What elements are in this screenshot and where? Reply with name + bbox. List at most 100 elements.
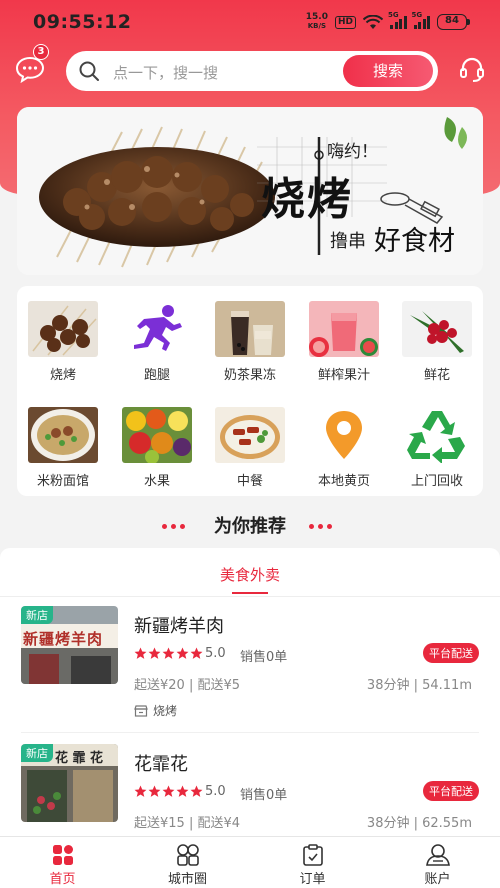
account-user-icon	[425, 844, 450, 866]
battery-level: 84	[437, 14, 467, 30]
promo-banner[interactable]: 嗨约！ 烧烤 撸串 好食材	[17, 107, 483, 275]
store-eta-distance: 38分钟 | 62.55m	[366, 816, 472, 831]
nav-home[interactable]: 首页	[0, 837, 125, 888]
category-fruit[interactable]: 水果	[117, 407, 197, 489]
banner-tagline-main: 好食材	[374, 226, 455, 257]
star-icon	[134, 647, 147, 659]
star-icon	[148, 647, 161, 659]
banner-tagline-prefix: 撸串	[330, 231, 366, 252]
store-image: 新店 新疆烤羊肉	[21, 606, 118, 684]
category-label: 本地黄页	[317, 474, 370, 489]
nav-home-label: 首页	[49, 872, 76, 887]
category-label: 鲜榨果汁	[317, 368, 370, 383]
status-time: 09:55:12	[33, 11, 132, 33]
new-store-badge: 新店	[21, 606, 53, 624]
battery-icon: 84	[437, 14, 470, 30]
bbq-image	[28, 301, 98, 357]
wifi-icon	[363, 14, 383, 29]
store-fees: 起送¥15 | 配送¥4	[134, 816, 240, 831]
nav-orders[interactable]: 订单	[250, 837, 375, 888]
star-icon	[148, 785, 161, 797]
category-milk-tea[interactable]: 奶茶果冻	[210, 301, 290, 383]
star-icon	[176, 647, 189, 659]
runner-icon	[122, 301, 192, 357]
store-eta-distance: 38分钟 | 54.11m	[366, 678, 472, 693]
search-icon	[79, 61, 99, 81]
store-category: 烧烤	[134, 702, 177, 719]
flowers-image	[402, 301, 472, 357]
banner-headline: 烧烤	[261, 174, 353, 225]
store-rating: 5.0	[205, 646, 226, 661]
store-card[interactable]: 新店 新疆烤羊肉 新疆烤羊肉 5.0 销售0单 平台配送 起送¥20 | 配送¥…	[0, 606, 500, 736]
platform-delivery-badge: 平台配送	[423, 643, 479, 663]
category-flowers[interactable]: 鲜花	[397, 301, 477, 383]
city-circle-icon	[176, 844, 199, 866]
store-rating: 5.0	[205, 784, 226, 799]
star-icon	[162, 785, 175, 797]
star-icon	[190, 785, 203, 797]
noodles-image	[28, 407, 98, 463]
chinese-food-image	[215, 407, 285, 463]
store-sales: 销售0单	[240, 788, 288, 803]
category-recycling[interactable]: 上门回收	[397, 407, 477, 489]
store-name: 花霏花	[134, 754, 188, 775]
recommend-title: 为你推荐	[214, 516, 286, 537]
category-yellow-pages[interactable]: 本地黄页	[304, 407, 384, 489]
store-category-label: 烧烤	[153, 704, 178, 718]
platform-delivery-badge: 平台配送	[423, 781, 479, 801]
star-icon	[162, 647, 175, 659]
juice-image	[309, 301, 379, 357]
order-clipboard-icon	[302, 844, 323, 866]
tab-food-delivery[interactable]: 美食外卖	[0, 564, 500, 585]
customer-service-button[interactable]	[458, 56, 486, 84]
category-label: 烧烤	[49, 368, 76, 383]
star-icon	[134, 785, 147, 797]
milk-tea-image	[215, 301, 285, 357]
category-label: 奶茶果冻	[223, 368, 276, 383]
nav-city-circle[interactable]: 城市圈	[125, 837, 250, 888]
recycle-icon	[402, 407, 472, 463]
rating-stars	[134, 647, 203, 660]
nav-city-circle-label: 城市圈	[167, 872, 207, 887]
tab-active-indicator	[232, 592, 268, 594]
category-juice[interactable]: 鲜榨果汁	[304, 301, 384, 383]
category-noodles[interactable]: 米粉面馆	[23, 407, 103, 489]
store-image: 新店 花 霏 花	[21, 744, 118, 822]
signal-5g-icon-1: 5G	[388, 11, 407, 29]
store-fees: 起送¥20 | 配送¥5	[134, 678, 240, 693]
store-separator	[21, 732, 479, 733]
home-grid-icon	[52, 845, 73, 865]
nav-account[interactable]: 账户	[375, 837, 500, 888]
hd-icon: HD	[334, 15, 356, 29]
star-icon	[190, 647, 203, 659]
message-count-badge: 3	[33, 44, 49, 60]
search-button[interactable]: 搜索	[343, 55, 433, 87]
headset-icon	[460, 57, 484, 82]
category-label: 鲜花	[423, 368, 450, 383]
status-indicators: 15.0 KB/S HD 5G 5G 84	[306, 11, 470, 31]
category-grid: 烧烤 跑腿 奶茶果冻 鲜榨果汁 鲜花 米粉面馆 水果 中餐 本地黄页 上门回收	[17, 286, 483, 496]
store-sign-text: 新疆烤羊肉	[23, 630, 104, 648]
network-speed-value: 15.0	[305, 12, 328, 22]
category-chinese-food[interactable]: 中餐	[210, 407, 290, 489]
category-label: 米粉面馆	[36, 474, 89, 489]
store-sign-text: 花 霏 花	[55, 751, 104, 766]
nav-account-label: 账户	[424, 872, 451, 887]
network-speed-unit: KB/S	[307, 22, 327, 30]
nav-orders-label: 订单	[299, 872, 326, 887]
recommend-dots-right	[309, 524, 332, 529]
search-bar[interactable]: 点一下，搜一搜 搜索	[66, 51, 438, 91]
bottom-navigation: 首页 城市圈 订单 账户	[0, 836, 500, 888]
category-errand[interactable]: 跑腿	[117, 301, 197, 383]
star-icon	[176, 785, 189, 797]
category-label: 中餐	[236, 474, 263, 489]
rating-stars	[134, 785, 203, 798]
category-label: 上门回收	[410, 474, 463, 489]
network-speed: 15.0 KB/S	[306, 13, 328, 31]
category-label: 水果	[143, 474, 170, 489]
store-sales: 销售0单	[240, 650, 288, 665]
search-input[interactable]: 点一下，搜一搜	[113, 62, 218, 83]
fruit-image	[122, 407, 192, 463]
category-bbq[interactable]: 烧烤	[23, 301, 103, 383]
banner-greeting: 嗨约！	[327, 142, 378, 162]
